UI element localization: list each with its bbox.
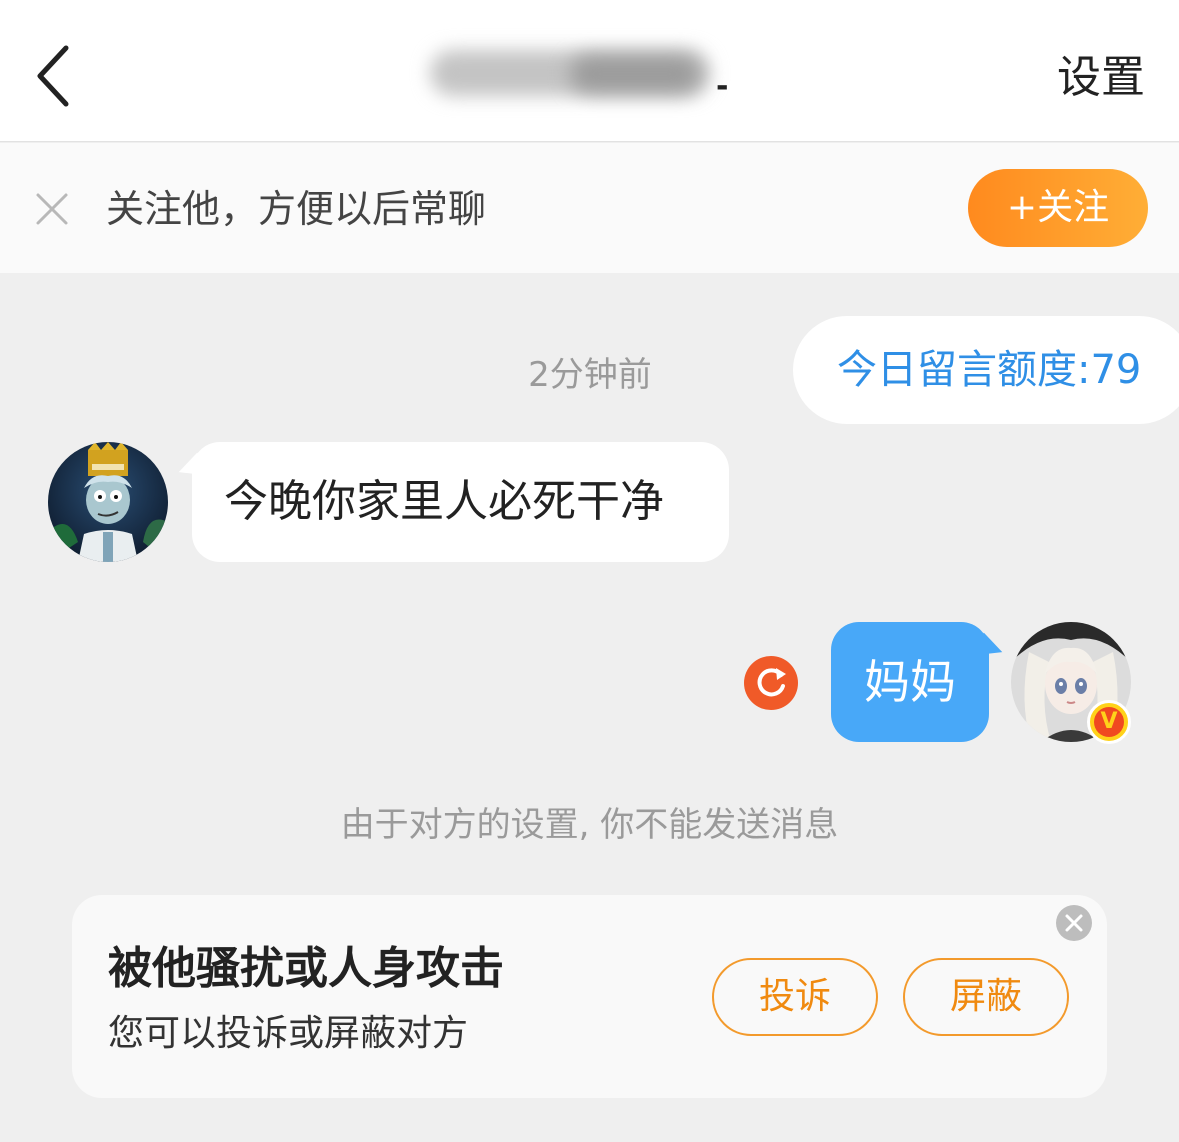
incoming-message-bubble[interactable]: 今晚你家里人必死干净: [174, 442, 729, 562]
conversation-title: -: [420, 44, 750, 104]
report-button[interactable]: 投诉: [712, 958, 878, 1036]
resend-button[interactable]: [744, 656, 798, 710]
incoming-message-text: 今晚你家里人必死干净: [224, 476, 664, 527]
follow-button[interactable]: +关注: [968, 169, 1148, 247]
chevron-left-icon: [37, 45, 69, 107]
bubble-tail: [975, 632, 1007, 664]
dismiss-follow-button[interactable]: [32, 189, 72, 229]
outgoing-message-text: 妈妈: [864, 655, 956, 709]
title-suffix: -: [716, 69, 729, 104]
bubble-tail: [174, 452, 206, 484]
top-navigation-bar: - 设置: [0, 0, 1179, 142]
block-button[interactable]: 屏蔽: [903, 958, 1069, 1036]
follow-prompt-bar: 关注他，方便以后常聊 +关注: [0, 143, 1179, 273]
cartoon-character-avatar-image: [48, 442, 168, 562]
harassment-report-card: 被他骚扰或人身攻击 您可以投诉或屏蔽对方 投诉 屏蔽: [72, 895, 1107, 1098]
close-icon: [1065, 914, 1083, 932]
report-card-subtitle: 您可以投诉或屏蔽对方: [108, 1013, 469, 1054]
settings-button[interactable]: 设置: [1057, 48, 1145, 108]
follow-prompt-text: 关注他，方便以后常聊: [106, 187, 487, 231]
back-button[interactable]: [28, 40, 88, 112]
refresh-icon: [757, 668, 786, 697]
report-card-title: 被他骚扰或人身攻击: [108, 943, 504, 994]
message-timestamp: 2分钟前: [528, 355, 652, 395]
verified-badge-icon: V: [1087, 700, 1131, 744]
blocked-notice: 由于对方的设置, 你不能发送消息: [340, 805, 839, 845]
outgoing-message-bubble[interactable]: 妈妈: [831, 622, 1007, 742]
dismiss-card-button[interactable]: [1056, 905, 1092, 941]
verified-badge-letter: V: [1094, 707, 1124, 737]
close-icon: [36, 193, 68, 225]
message-quota-pill: 今日留言额度:79: [793, 316, 1179, 424]
blurred-username-shadow: [570, 56, 700, 92]
sender-avatar[interactable]: [48, 442, 168, 562]
